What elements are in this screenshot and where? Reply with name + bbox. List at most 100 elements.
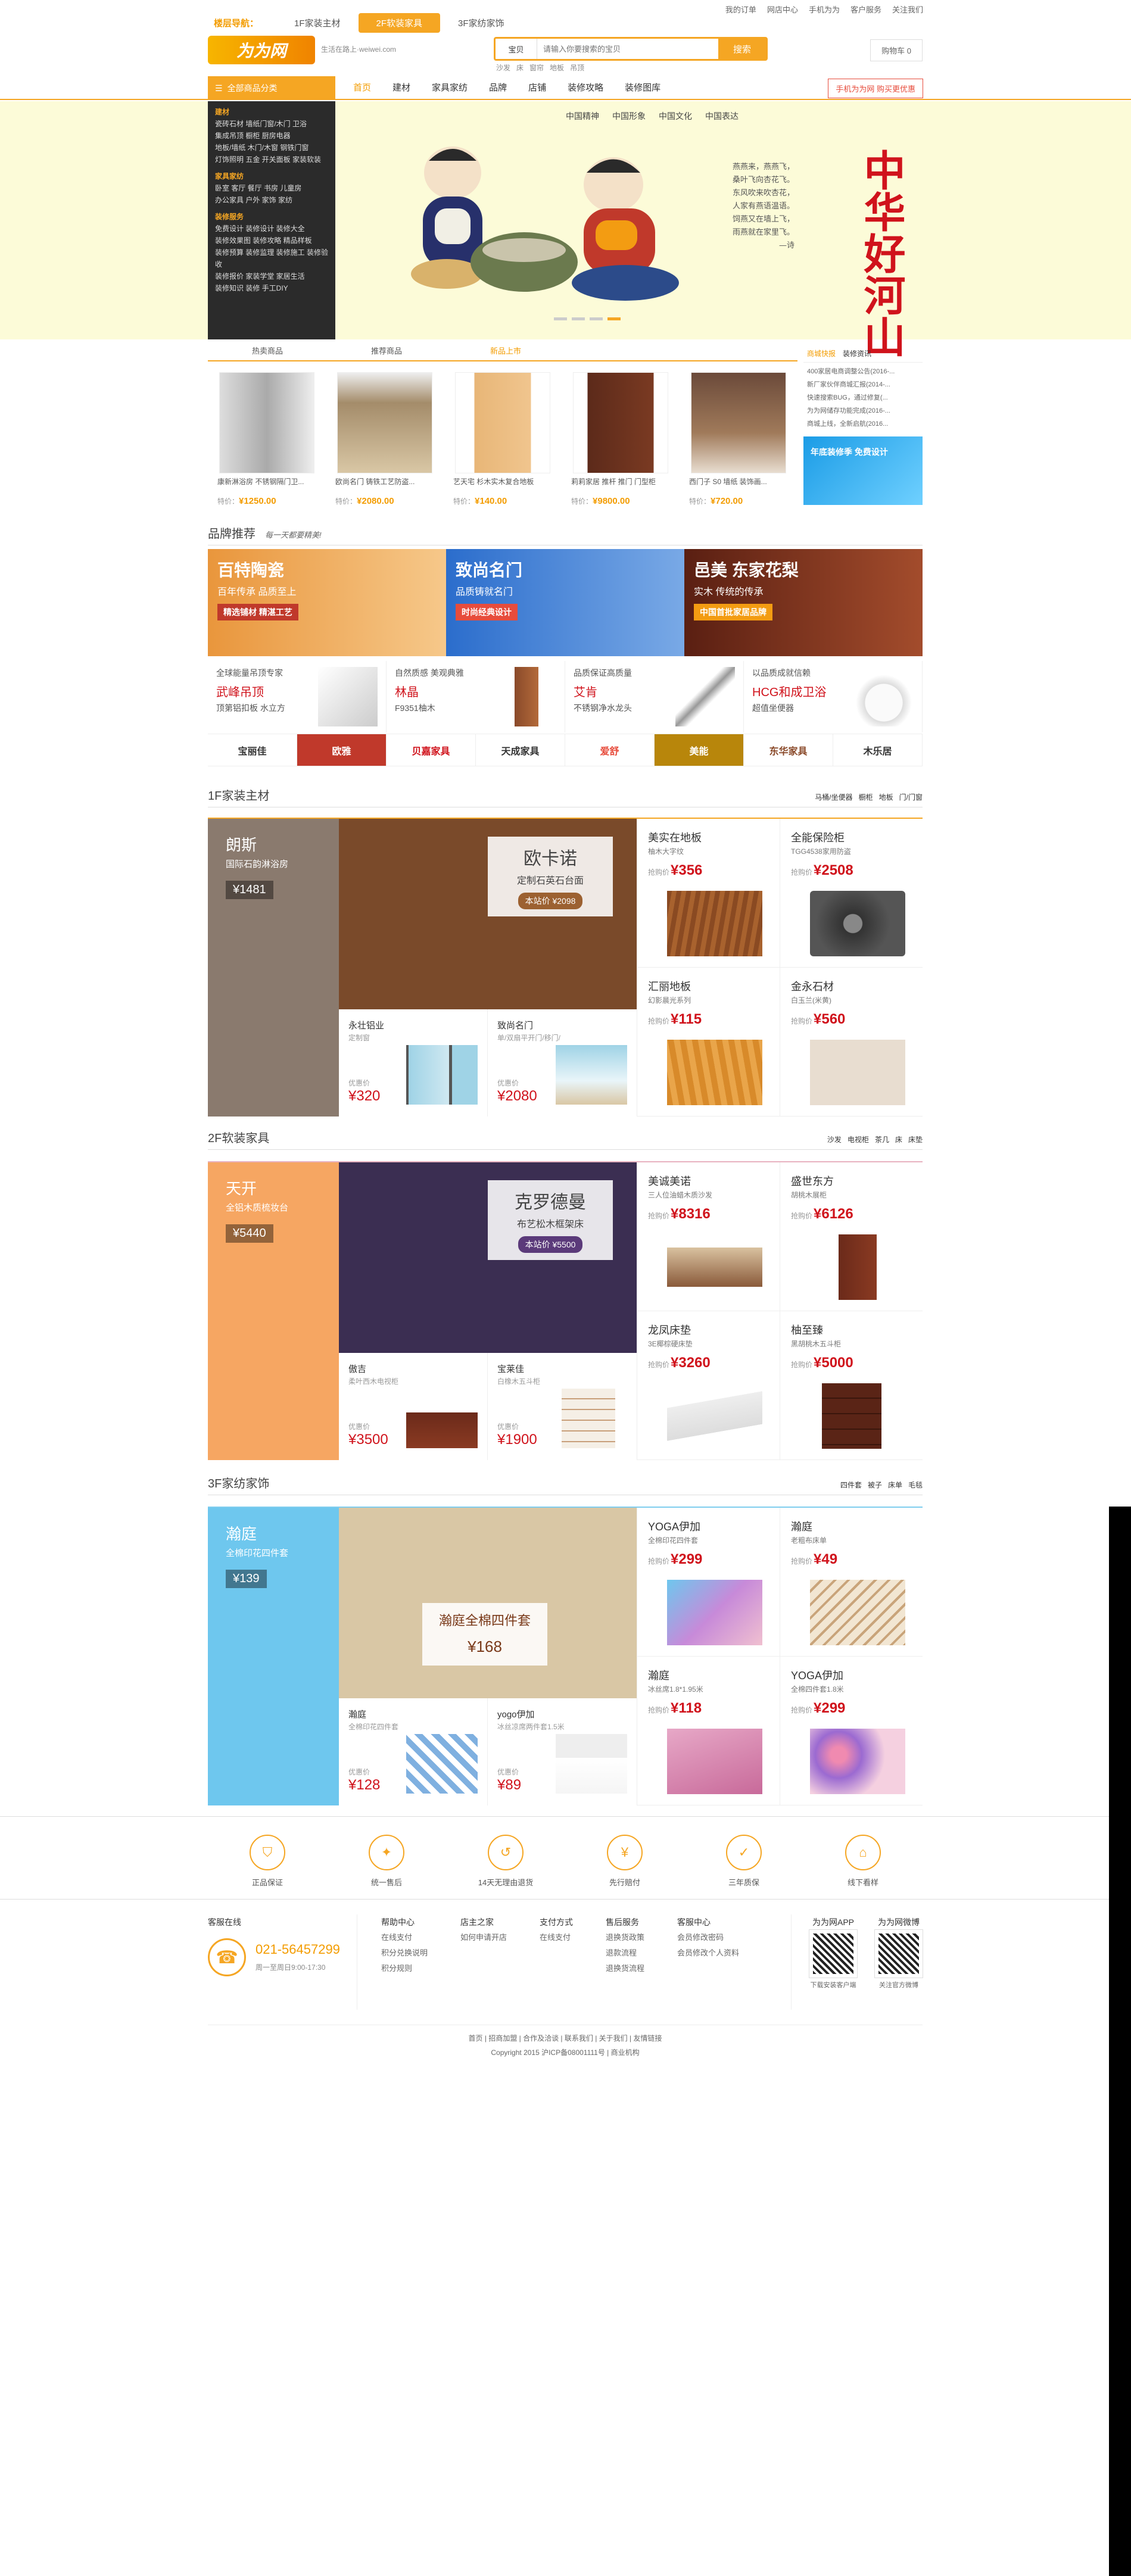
footer-link[interactable]: 在线支付 (540, 1930, 573, 1945)
product-title[interactable]: 莉莉家居 推杆 推门 门型柜 (571, 477, 670, 496)
product-image[interactable] (337, 372, 432, 473)
product-title[interactable]: 西门子 S0 墙纸 装饰画... (689, 477, 788, 496)
brand-banner[interactable]: 邑美 东家花梨 实木 传统的传承 中国首批家居品牌 (684, 549, 923, 656)
floor-product[interactable]: 美实在地板 柚木大字纹 抢购价¥356 (637, 819, 780, 968)
floor-product[interactable]: YOGA伊加 全棉四件套1.8米 抢购价¥299 (780, 1657, 923, 1805)
nav-building[interactable]: 建材 (382, 76, 421, 100)
my-orders-link[interactable]: 我的订单 (725, 4, 756, 15)
brand-logo[interactable]: 宝丽佳 (208, 734, 297, 766)
floor-product[interactable]: 美诚美诺 三人位油蜡木质沙发 抢购价¥8316 (637, 1162, 780, 1311)
hotline-number[interactable]: 021-56457299 (256, 1942, 340, 1957)
category-line[interactable]: 装修效果图 装修攻略 精品样板 (215, 235, 328, 247)
footer-link[interactable]: 退换货政策 (606, 1930, 644, 1945)
floor-link[interactable]: 沙发 (827, 1134, 842, 1144)
brand-logo[interactable]: 木乐居 (833, 734, 923, 766)
floor-product[interactable]: 全能保险柜 TGG4538家用防盗 抢购价¥2508 (780, 819, 923, 968)
footer-link[interactable]: 积分规则 (381, 1961, 428, 1976)
floor-feature-left[interactable]: 朗斯 国际石韵淋浴房 ¥1481 (208, 819, 339, 1117)
floor-feature-left[interactable]: 瀚庭 全棉印花四件套 ¥139 (208, 1508, 339, 1805)
floor-link[interactable]: 四件套 (840, 1480, 862, 1490)
category-line[interactable]: 瓷砖石材 墙纸门窗/木门 卫浴 (215, 118, 328, 130)
tab-decor-news[interactable]: 装修资讯 (839, 345, 875, 362)
footer-link[interactable]: 退款流程 (606, 1945, 644, 1961)
category-heading[interactable]: 家具家纺 (215, 170, 328, 182)
news-item[interactable]: 为为网储存功能完成(2016-... (807, 404, 919, 417)
footer-link[interactable]: 如何申请开店 (460, 1930, 507, 1945)
floor-link[interactable]: 橱柜 (859, 792, 873, 802)
category-line[interactable]: 卧室 客厅 餐厅 书房 儿童房 (215, 182, 328, 194)
search-input[interactable] (537, 39, 718, 59)
site-logo[interactable]: 为为网 (208, 36, 315, 64)
floor-link[interactable]: 茶几 (875, 1134, 889, 1144)
floor-link[interactable]: 床单 (888, 1480, 902, 1490)
shop-center-link[interactable]: 网店中心 (767, 4, 798, 15)
pager-dot[interactable] (554, 317, 567, 320)
floor-feature-left[interactable]: 天开 全铝木质梳妆台 ¥5440 (208, 1162, 339, 1460)
footer-link[interactable]: 会员修改个人资料 (677, 1945, 739, 1961)
floor-link[interactable]: 地板 (879, 792, 893, 802)
brand-logo[interactable]: 贝嘉家具 (387, 734, 476, 766)
product-title[interactable]: 康新淋浴房 不锈钢隔门卫... (217, 477, 316, 496)
category-heading[interactable]: 建材 (215, 106, 328, 118)
follow-us-link[interactable]: 关注我们 (892, 4, 923, 15)
floor-nav-2f[interactable]: 2F软装家具 (358, 13, 441, 33)
pager-dot-active[interactable] (607, 317, 621, 320)
category-line[interactable]: 地板/墙纸 木门/木窗 钢铁门窗 (215, 142, 328, 154)
product-image[interactable] (691, 372, 786, 473)
nav-furniture[interactable]: 家具家纺 (421, 76, 478, 100)
floor-product[interactable]: 汇丽地板 幻影晨光系列 抢购价¥115 (637, 968, 780, 1117)
brand-feature[interactable]: 以品质成就信赖 HCG和成卫浴 超值坐便器 (744, 661, 923, 732)
floor-promo[interactable]: yogo伊加 冰丝凉席两件套1.5米 优惠价 ¥89 (488, 1698, 637, 1805)
product-card[interactable]: 莉莉家居 推杆 推门 门型柜 特价：¥9800.00 (562, 366, 680, 515)
customer-service-link[interactable]: 客户服务 (850, 4, 881, 15)
floor-feature-banner[interactable]: 欧卡诺 定制石英石台面 本站价 ¥2098 (339, 819, 637, 1009)
floor-promo[interactable]: 傲吉 柔叶西木电视柜 优惠价 ¥3500 (339, 1353, 488, 1460)
footer-link[interactable]: 在线支付 (381, 1930, 428, 1945)
news-ad[interactable]: 年底装修季 免费设计 (803, 436, 923, 505)
product-title[interactable]: 艺天宅 杉木实木复合地板 (453, 477, 552, 496)
news-item[interactable]: 快速搜索BUG，通过修复(... (807, 391, 919, 404)
cart-button[interactable]: 购物车 0 (870, 39, 923, 61)
service-item[interactable]: ↺ 14天无理由退货 (470, 1835, 541, 1888)
floor-product[interactable]: 瀚庭 冰丝席1.8*1.95米 抢购价¥118 (637, 1657, 780, 1805)
category-button[interactable]: ☰ 全部商品分类 (208, 76, 335, 100)
hot-word[interactable]: 沙发 (496, 63, 510, 73)
service-item[interactable]: ⛉ 正品保证 (232, 1835, 303, 1888)
floor-promo[interactable]: 瀚庭 全棉印花四件套 优惠价 ¥128 (339, 1698, 488, 1805)
hot-word[interactable]: 地板 (550, 63, 564, 73)
mobile-link[interactable]: 手机为为 (809, 4, 840, 15)
tab-hot[interactable]: 热卖商品 (208, 342, 327, 360)
product-image[interactable] (455, 372, 550, 473)
category-line[interactable]: 装修知识 装修 手工DIY (215, 282, 328, 294)
product-image[interactable] (573, 372, 668, 473)
product-image[interactable] (219, 372, 314, 473)
hot-word[interactable]: 床 (516, 63, 524, 73)
floor-nav-3f[interactable]: 3F家纺家饰 (440, 13, 522, 33)
floor-promo[interactable]: 宝莱佳 白橡木五斗柜 优惠价 ¥1900 (488, 1353, 637, 1460)
hot-word[interactable]: 窗帘 (529, 63, 544, 73)
mobile-app-button[interactable]: 手机为为网 购买更优惠 (828, 79, 923, 98)
category-line[interactable]: 集成吊顶 橱柜 厨房电器 (215, 130, 328, 142)
service-item[interactable]: ✦ 统一售后 (351, 1835, 422, 1888)
floor-product[interactable]: 瀚庭 老粗布床单 抢购价¥49 (780, 1508, 923, 1657)
brand-logo[interactable]: 美能 (655, 734, 744, 766)
nav-brand[interactable]: 品牌 (478, 76, 518, 100)
floor-link[interactable]: 马桶/坐便器 (815, 792, 852, 802)
nav-home[interactable]: 首页 (342, 76, 382, 100)
floor-promo[interactable]: 永壮铝业 定制窗 优惠价 ¥320 (339, 1009, 488, 1117)
news-item[interactable]: 商城上线，全新启航(2016... (807, 417, 919, 431)
floor-nav-1f[interactable]: 1F家装主材 (276, 13, 359, 33)
nav-guide[interactable]: 装修攻略 (557, 76, 614, 100)
floor-link[interactable]: 电视柜 (848, 1134, 869, 1144)
footer-link[interactable]: 退换货流程 (606, 1961, 644, 1976)
category-line[interactable]: 装修预算 装修监理 装修施工 装修验收 (215, 247, 328, 270)
brand-banner[interactable]: 致尚名门 品质铸就名门 时尚经典设计 (446, 549, 684, 656)
product-card[interactable]: 艺天宅 杉木实木复合地板 特价：¥140.00 (444, 366, 562, 515)
news-item[interactable]: 400家居电商调整公告(2016-... (807, 365, 919, 378)
brand-logo[interactable]: 爱舒 (565, 734, 655, 766)
service-item[interactable]: ⌂ 线下看样 (827, 1835, 899, 1888)
product-title[interactable]: 欧尚名门 铸铁工艺防盗... (335, 477, 434, 496)
floor-product[interactable]: 龙凤床垫 3E椰棕硬床垫 抢购价¥3260 (637, 1311, 780, 1460)
footer-link[interactable]: 会员修改密码 (677, 1930, 739, 1945)
floor-link[interactable]: 门/门窗 (899, 792, 923, 802)
